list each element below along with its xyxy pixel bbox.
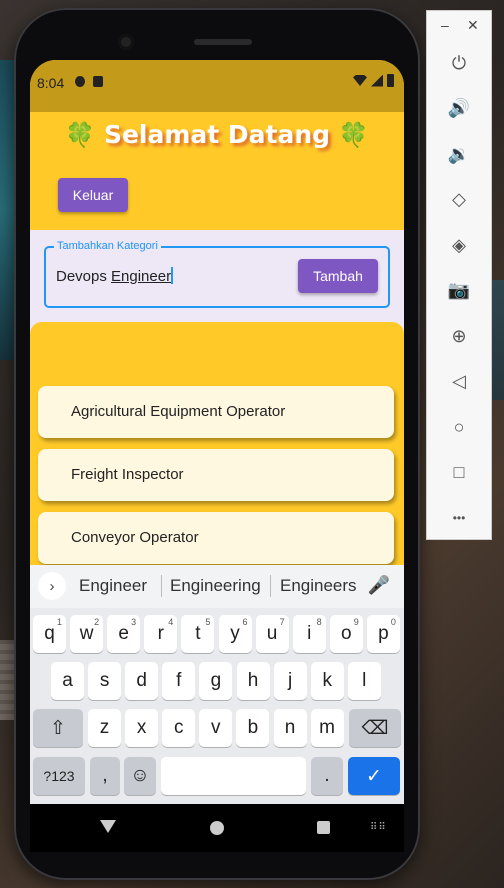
category-input-label: Tambahkan Kategori xyxy=(54,240,161,252)
emoji-icon[interactable]: ☺ xyxy=(124,757,156,795)
suggestion-item[interactable]: Engineering xyxy=(170,576,261,596)
input-composing-text: Engineer xyxy=(111,268,172,285)
key-m[interactable]: m xyxy=(310,709,344,747)
key-b[interactable]: b xyxy=(236,709,270,747)
page-title: 🍀 Selamat Datang 🍀 xyxy=(30,120,404,149)
app-header: 🍀 Selamat Datang 🍀 Keluar xyxy=(30,112,404,230)
phone-screen: 8:04 🍀 Selamat Datang 🍀 Keluar Tambahkan… xyxy=(30,60,404,804)
minimize-icon[interactable]: – xyxy=(441,17,449,33)
divider xyxy=(161,575,162,597)
key-w[interactable]: w2 xyxy=(70,615,104,653)
rotate-left-icon[interactable]: ◇ xyxy=(439,182,479,218)
close-icon[interactable]: ✕ xyxy=(467,17,479,34)
add-button[interactable]: Tambah xyxy=(298,259,378,293)
status-time: 8:04 xyxy=(37,75,65,91)
title-text: Selamat Datang xyxy=(103,120,331,149)
rotate-right-icon[interactable]: ◈ xyxy=(439,227,479,263)
key-v[interactable]: v xyxy=(199,709,233,747)
key-c[interactable]: c xyxy=(162,709,196,747)
sim-icon xyxy=(93,76,103,87)
soft-keyboard: › Engineer Engineering Engineers 🎤 q1w2e… xyxy=(30,565,404,804)
signal-icon xyxy=(371,74,383,87)
keyboard-switch-icon[interactable]: ⠿⠿ xyxy=(370,822,387,833)
suggestion-item[interactable]: Engineers xyxy=(280,576,357,596)
key-a[interactable]: a xyxy=(51,662,84,700)
key-d[interactable]: d xyxy=(125,662,159,700)
backspace-icon[interactable]: ⌫ xyxy=(349,709,401,747)
overview-icon[interactable]: □ xyxy=(439,455,479,491)
list-item-label: Conveyor Operator xyxy=(71,529,199,546)
divider xyxy=(270,575,271,597)
key-f[interactable]: f xyxy=(162,662,196,700)
key-l[interactable]: l xyxy=(347,662,381,700)
key-y[interactable]: y6 xyxy=(218,615,252,653)
overview-icon[interactable] xyxy=(317,821,330,834)
volume-down-icon[interactable]: 🔉 xyxy=(439,136,479,172)
status-bar: 8:04 xyxy=(30,60,404,112)
navigation-bar: ⠿⠿ xyxy=(30,804,404,852)
earpiece-speaker xyxy=(194,39,252,45)
key-j[interactable]: j xyxy=(273,662,307,700)
power-icon[interactable]: ⏻ xyxy=(439,45,479,81)
list-item[interactable]: Agricultural Equipment Operator xyxy=(38,386,394,438)
key-s[interactable]: s xyxy=(88,662,122,700)
key-g[interactable]: g xyxy=(199,662,233,700)
checkmark-icon[interactable]: ✓ xyxy=(348,757,400,795)
back-icon[interactable]: ◁ xyxy=(439,364,479,400)
clover-icon: 🍀 xyxy=(65,121,96,149)
comma-key[interactable]: , xyxy=(90,757,120,795)
key-r[interactable]: r4 xyxy=(144,615,178,653)
volume-up-icon[interactable]: 🔊 xyxy=(439,91,479,127)
chevron-right-icon[interactable]: › xyxy=(38,572,66,600)
zoom-icon[interactable]: ⊕ xyxy=(439,318,479,354)
input-text: Devops xyxy=(56,268,112,285)
text-cursor xyxy=(171,267,173,284)
key-k[interactable]: k xyxy=(310,662,344,700)
key-x[interactable]: x xyxy=(125,709,159,747)
key-e[interactable]: e3 xyxy=(107,615,141,653)
list-item[interactable]: Freight Inspector xyxy=(38,449,394,501)
suggestion-item[interactable]: Engineer xyxy=(79,576,147,596)
home-icon[interactable]: ○ xyxy=(439,409,479,445)
front-camera xyxy=(118,34,134,50)
key-o[interactable]: o9 xyxy=(329,615,363,653)
play-protect-icon xyxy=(75,76,85,87)
status-icons xyxy=(353,74,394,87)
key-n[interactable]: n xyxy=(273,709,307,747)
period-key[interactable]: . xyxy=(311,757,343,795)
category-input-value[interactable]: Devops Engineer xyxy=(56,267,173,285)
panel-window-controls: – ✕ xyxy=(427,11,491,41)
list-item-label: Freight Inspector xyxy=(71,466,184,483)
battery-icon xyxy=(387,74,394,87)
key-z[interactable]: z xyxy=(88,709,121,747)
key-t[interactable]: t5 xyxy=(181,615,215,653)
more-icon[interactable]: ••• xyxy=(439,500,479,536)
back-icon[interactable] xyxy=(100,820,116,833)
wifi-icon xyxy=(353,75,367,86)
emulator-panel: – ✕ ⏻ 🔊 🔉 ◇ ◈ 📷 ⊕ ◁ ○ □ ••• xyxy=(426,10,492,540)
key-p[interactable]: p0 xyxy=(366,615,400,653)
shift-icon[interactable]: ⇧ xyxy=(33,709,83,747)
key-u[interactable]: u7 xyxy=(255,615,289,653)
logout-button[interactable]: Keluar xyxy=(58,178,128,212)
key-i[interactable]: i8 xyxy=(292,615,326,653)
key-q[interactable]: q1 xyxy=(33,615,66,653)
list-item-label: Agricultural Equipment Operator xyxy=(71,403,286,420)
suggestion-bar: › Engineer Engineering Engineers 🎤 xyxy=(30,565,404,608)
key-h[interactable]: h xyxy=(236,662,270,700)
camera-icon[interactable]: 📷 xyxy=(439,273,479,309)
list-item[interactable]: Conveyor Operator xyxy=(38,512,394,564)
symbols-key[interactable]: ?123 xyxy=(33,757,85,795)
spacebar-key[interactable] xyxy=(161,757,306,795)
category-input[interactable]: Tambahkan Kategori Devops Engineer Tamba… xyxy=(44,240,390,308)
clover-icon: 🍀 xyxy=(338,121,369,149)
add-category-section: Tambahkan Kategori Devops Engineer Tamba… xyxy=(30,230,404,322)
microphone-icon[interactable]: 🎤 xyxy=(368,575,390,596)
home-icon[interactable] xyxy=(210,821,224,835)
